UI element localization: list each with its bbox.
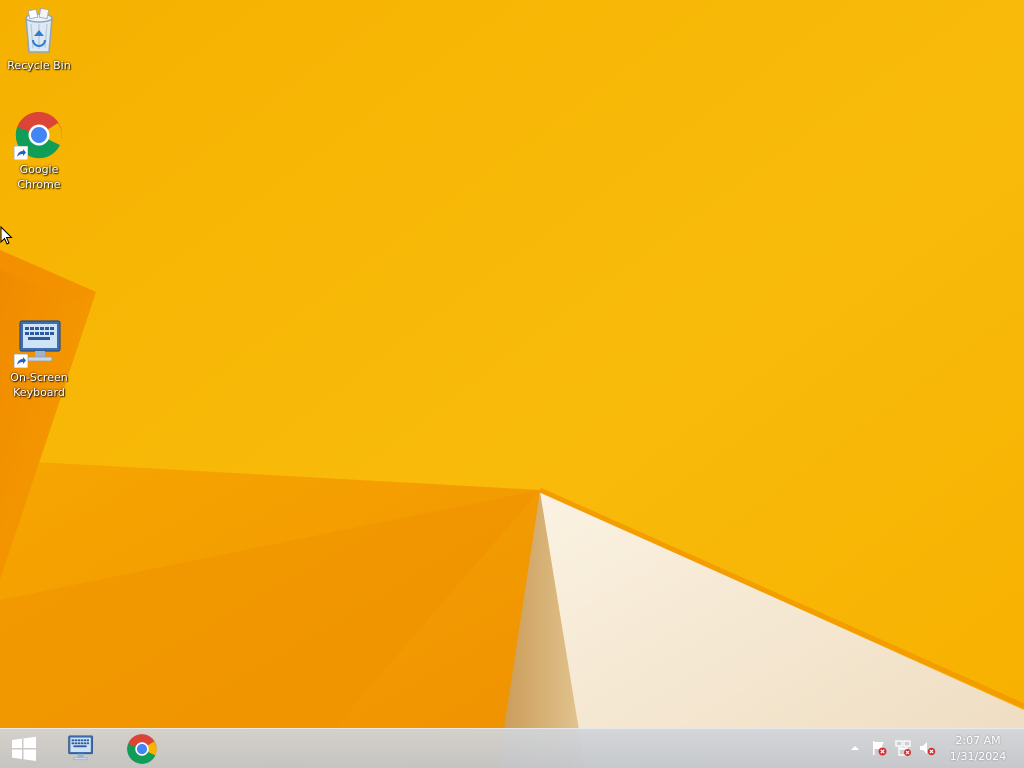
google-chrome-label: Google Chrome xyxy=(17,163,61,191)
shortcut-arrow-icon xyxy=(14,354,28,368)
desktop-wallpaper xyxy=(0,0,1024,768)
taskbar-chrome-button[interactable] xyxy=(118,731,166,767)
windows-start-icon xyxy=(12,736,36,761)
start-button[interactable] xyxy=(0,731,48,767)
clock-date: 1/31/2024 xyxy=(949,750,1007,763)
mouse-cursor-icon xyxy=(0,226,13,245)
volume-muted-icon[interactable] xyxy=(918,739,936,757)
recycle-bin-label: Recycle Bin xyxy=(7,59,71,72)
on-screen-keyboard-icon xyxy=(68,735,93,761)
desktop-icon-on-screen-keyboard[interactable]: On-Screen Keyboard xyxy=(1,318,77,400)
recycle-bin-icon xyxy=(14,6,64,56)
shortcut-arrow-icon xyxy=(14,146,28,160)
action-center-flag-icon[interactable] xyxy=(870,739,888,757)
clock-time: 2:07 AM xyxy=(955,734,1001,747)
on-screen-keyboard-icon xyxy=(14,318,64,368)
on-screen-keyboard-label: On-Screen Keyboard xyxy=(10,371,68,399)
taskbar-clock[interactable]: 2:07 AM 1/31/2024 xyxy=(946,733,1010,765)
chrome-icon xyxy=(14,110,64,160)
taskbar: 2:07 AM 1/31/2024 xyxy=(0,728,1024,768)
desktop-screen: Recycle Bin Google Chrome On-Screen Keyb… xyxy=(0,0,1024,768)
desktop-icon-recycle-bin[interactable]: Recycle Bin xyxy=(1,6,77,73)
system-tray: 2:07 AM 1/31/2024 xyxy=(844,729,1024,768)
chrome-icon xyxy=(127,734,157,764)
show-hidden-icons-arrow-icon[interactable] xyxy=(846,739,864,757)
network-icon[interactable] xyxy=(894,739,912,757)
desktop-icon-google-chrome[interactable]: Google Chrome xyxy=(1,110,77,192)
taskbar-on-screen-keyboard-button[interactable] xyxy=(56,731,104,767)
